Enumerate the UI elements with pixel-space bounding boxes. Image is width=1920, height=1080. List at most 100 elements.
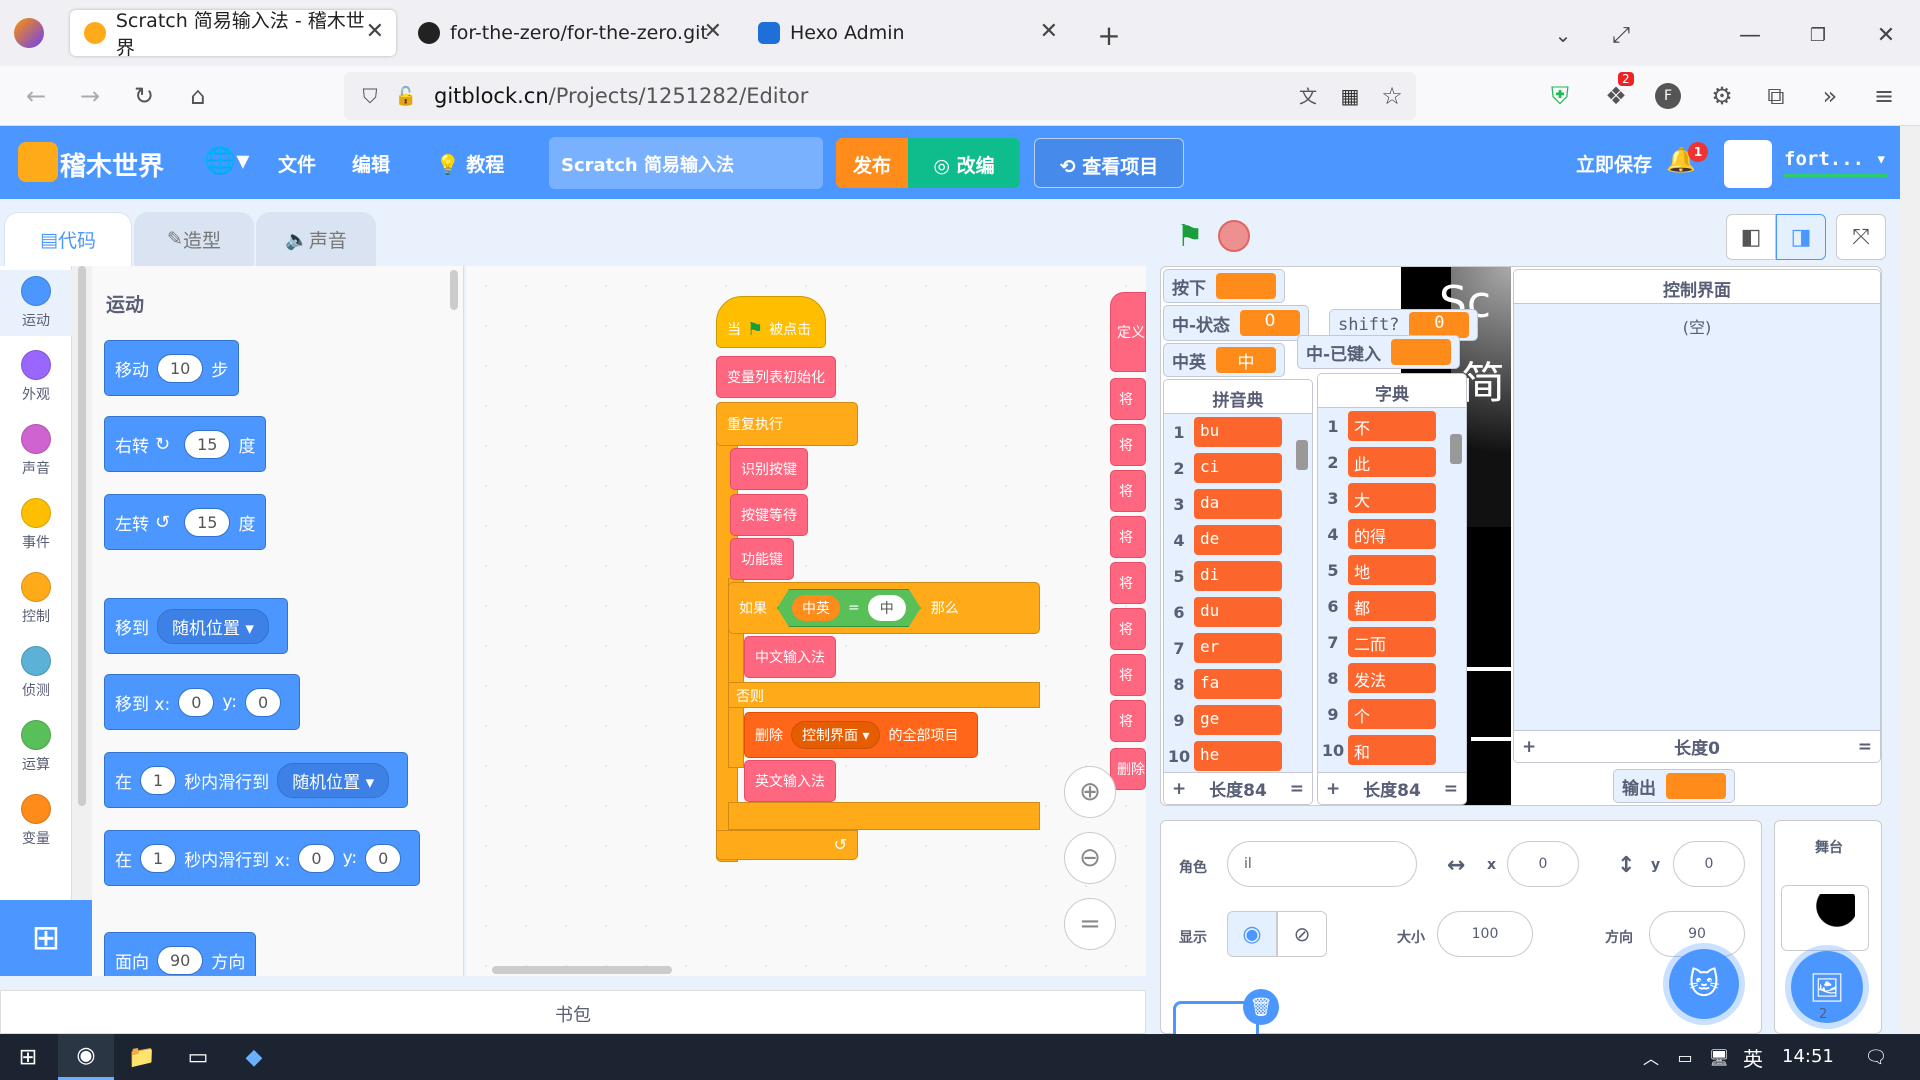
list-item[interactable]: 6都 [1318,588,1466,624]
brand-name[interactable]: 稽木世界 [60,146,164,183]
save-now-button[interactable]: 立即保存 [1576,150,1652,177]
add-item-icon[interactable]: + [1172,779,1186,799]
add-sprite-icon[interactable]: 🐱 [1669,949,1739,1019]
settings-gear-icon[interactable]: ⚙ [1704,78,1740,114]
list-cell[interactable]: 大 [1348,483,1436,513]
category-2[interactable]: 声音 [0,424,72,478]
list-item[interactable]: 3大 [1318,480,1466,516]
logo-icon[interactable] [18,142,58,182]
list-dictionary[interactable]: 字典 1 不 2 此 3 大 4 的得 5 地 6 都 7 二而 8 发法 9 个 10 和 + 长度84 = [1317,373,1467,805]
list-item[interactable]: 5地 [1318,552,1466,588]
close-icon[interactable]: ✕ [366,19,384,44]
windows-start-icon[interactable]: ⊞ [0,1034,56,1080]
clock[interactable]: 14:51 [1782,1046,1834,1067]
backpack[interactable]: 书包 [0,990,1146,1034]
home-icon[interactable]: ⌂ [180,78,216,114]
add-extension-button[interactable]: ⊞ [0,900,92,976]
reload-icon[interactable]: ↻ [126,78,162,114]
tray-chevron-up-icon[interactable]: ︿ [1636,1042,1666,1072]
list-item[interactable]: 10 和 [1318,732,1466,768]
category-1[interactable]: 外观 [0,350,72,404]
forever-block-bottom[interactable]: ↺ [716,830,858,860]
file-explorer-icon[interactable]: 📁 [114,1034,170,1080]
overflow-chevron-icon[interactable]: » [1812,78,1848,114]
url-text[interactable]: gitblock.cn/Projects/1251282/Editor [434,84,808,108]
hide-eye-icon[interactable]: ⊘ [1277,911,1327,957]
glide-dropdown[interactable]: 随机位置 ▾ [277,762,390,798]
tutorials-menu[interactable]: 💡 教程 [436,150,504,177]
list-cell[interactable]: he [1194,741,1282,771]
equals-operator[interactable]: 中英 = 中 [777,589,921,627]
publish-button[interactable]: 发布 [836,138,908,188]
list-item[interactable]: 3 da [1164,486,1312,522]
minimize-icon[interactable]: — [1730,18,1770,52]
category-0[interactable]: 运动 [0,270,72,336]
define-block-peek[interactable]: 定义 [1110,292,1146,372]
monitor-cn-en[interactable]: 中英中 [1163,343,1285,377]
close-icon[interactable]: ✕ [1040,19,1058,44]
list-cell[interactable]: 的得 [1348,519,1436,549]
shield-icon[interactable]: ⛉ [358,84,382,108]
glide-block[interactable]: 在 1 秒内滑行到 随机位置 ▾ [104,752,409,808]
page-scrollbar[interactable] [1900,126,1920,1034]
insecure-lock-icon[interactable]: 🔓 [394,84,418,108]
battery-icon[interactable]: ▭ [1670,1042,1700,1072]
list-item[interactable]: 10 he [1164,738,1312,774]
when-flag-clicked-block[interactable]: 当 ⚑ 被点击 [716,296,826,348]
list-cell[interactable]: fa [1194,669,1282,699]
list-item[interactable]: 7 二而 [1318,624,1466,660]
size-input[interactable]: 100 [1437,911,1533,957]
list-cell[interactable]: ci [1194,453,1282,483]
init-vars-block[interactable]: 变量列表初始化 [716,356,836,398]
add-item-icon[interactable]: + [1326,779,1340,799]
remix-button[interactable]: ◎ 改编 [908,138,1020,188]
tab-list-chevron-icon[interactable]: ⌄ [1546,18,1580,52]
stage-canvas[interactable]: Sc 简 按下 中-状态 0 shift? 0 中英中 中-已键入 拼音典 1 bu 2… [1160,266,1882,806]
list-cell[interactable]: de [1194,525,1282,555]
list-item[interactable]: 4 de [1164,522,1312,558]
fullscreen-icon[interactable]: ⤧ [1836,214,1886,260]
stop-icon[interactable] [1218,220,1250,252]
adblock-shield-icon[interactable]: ⛨ [1542,78,1578,114]
bookmark-star-icon[interactable]: ☆ [1378,82,1406,110]
list-item[interactable]: 1 bu [1164,414,1312,450]
forward-icon[interactable]: → [72,78,108,114]
delete-block-peek[interactable]: 删除 [1110,748,1146,790]
resize-icon[interactable]: ⤢ [1604,18,1638,52]
firefox-taskbar-icon[interactable]: ◉ [58,1034,114,1080]
list-cell[interactable]: 和 [1348,735,1436,765]
list-cell[interactable]: 此 [1348,447,1436,477]
delete-all-block[interactable]: 删除 控制界面 ▾ 的全部项目 [744,712,978,758]
menu-icon[interactable]: ≡ [1866,78,1902,114]
vscode-icon[interactable]: ◆ [226,1034,282,1080]
profile-avatar[interactable]: F [1655,83,1681,109]
goto-xy-block[interactable]: 移到 x: 0 y: 0 [104,674,301,730]
workspace-scrollbar[interactable] [492,966,672,974]
add-item-icon[interactable]: + [1522,737,1536,757]
notification-center-icon[interactable]: 🗨 [1858,1042,1894,1072]
edit-menu[interactable]: 编辑 [352,150,390,177]
glide-xy-block[interactable]: 在 1 秒内滑行到 x: 0 y: 0 [104,830,421,886]
list-scrollbar[interactable] [1296,440,1308,470]
list-cell[interactable]: ge [1194,705,1282,735]
function-key-block[interactable]: 功能键 [730,538,794,580]
monitor-press[interactable]: 按下 [1163,269,1285,303]
list-item[interactable]: 9 ge [1164,702,1312,738]
detect-key-block[interactable]: 识别按键 [730,448,808,490]
list-item[interactable]: 7 er [1164,630,1312,666]
list-cell[interactable]: 都 [1348,591,1436,621]
resize-handle-icon[interactable]: = [1290,779,1304,799]
set-block-peek[interactable]: 将 [1110,378,1146,420]
trash-icon[interactable]: 🗑 [1243,989,1279,1025]
new-tab-icon[interactable]: + [1092,18,1126,52]
list-item[interactable]: 1不 [1318,408,1466,444]
list-item[interactable]: 6 du [1164,594,1312,630]
see-project-button[interactable]: ⟲ 查看项目 [1034,138,1184,188]
resize-handle-icon[interactable]: = [1858,737,1872,757]
restore-icon[interactable]: ❐ [1798,18,1838,52]
monitor-cn-typed[interactable]: 中-已键入 [1297,335,1461,369]
x-input[interactable]: 0 [1507,841,1579,887]
list-item[interactable]: 8 发法 [1318,660,1466,696]
move-steps-block[interactable]: 移动 10 步 [104,340,240,396]
list-item[interactable]: 2 ci [1164,450,1312,486]
